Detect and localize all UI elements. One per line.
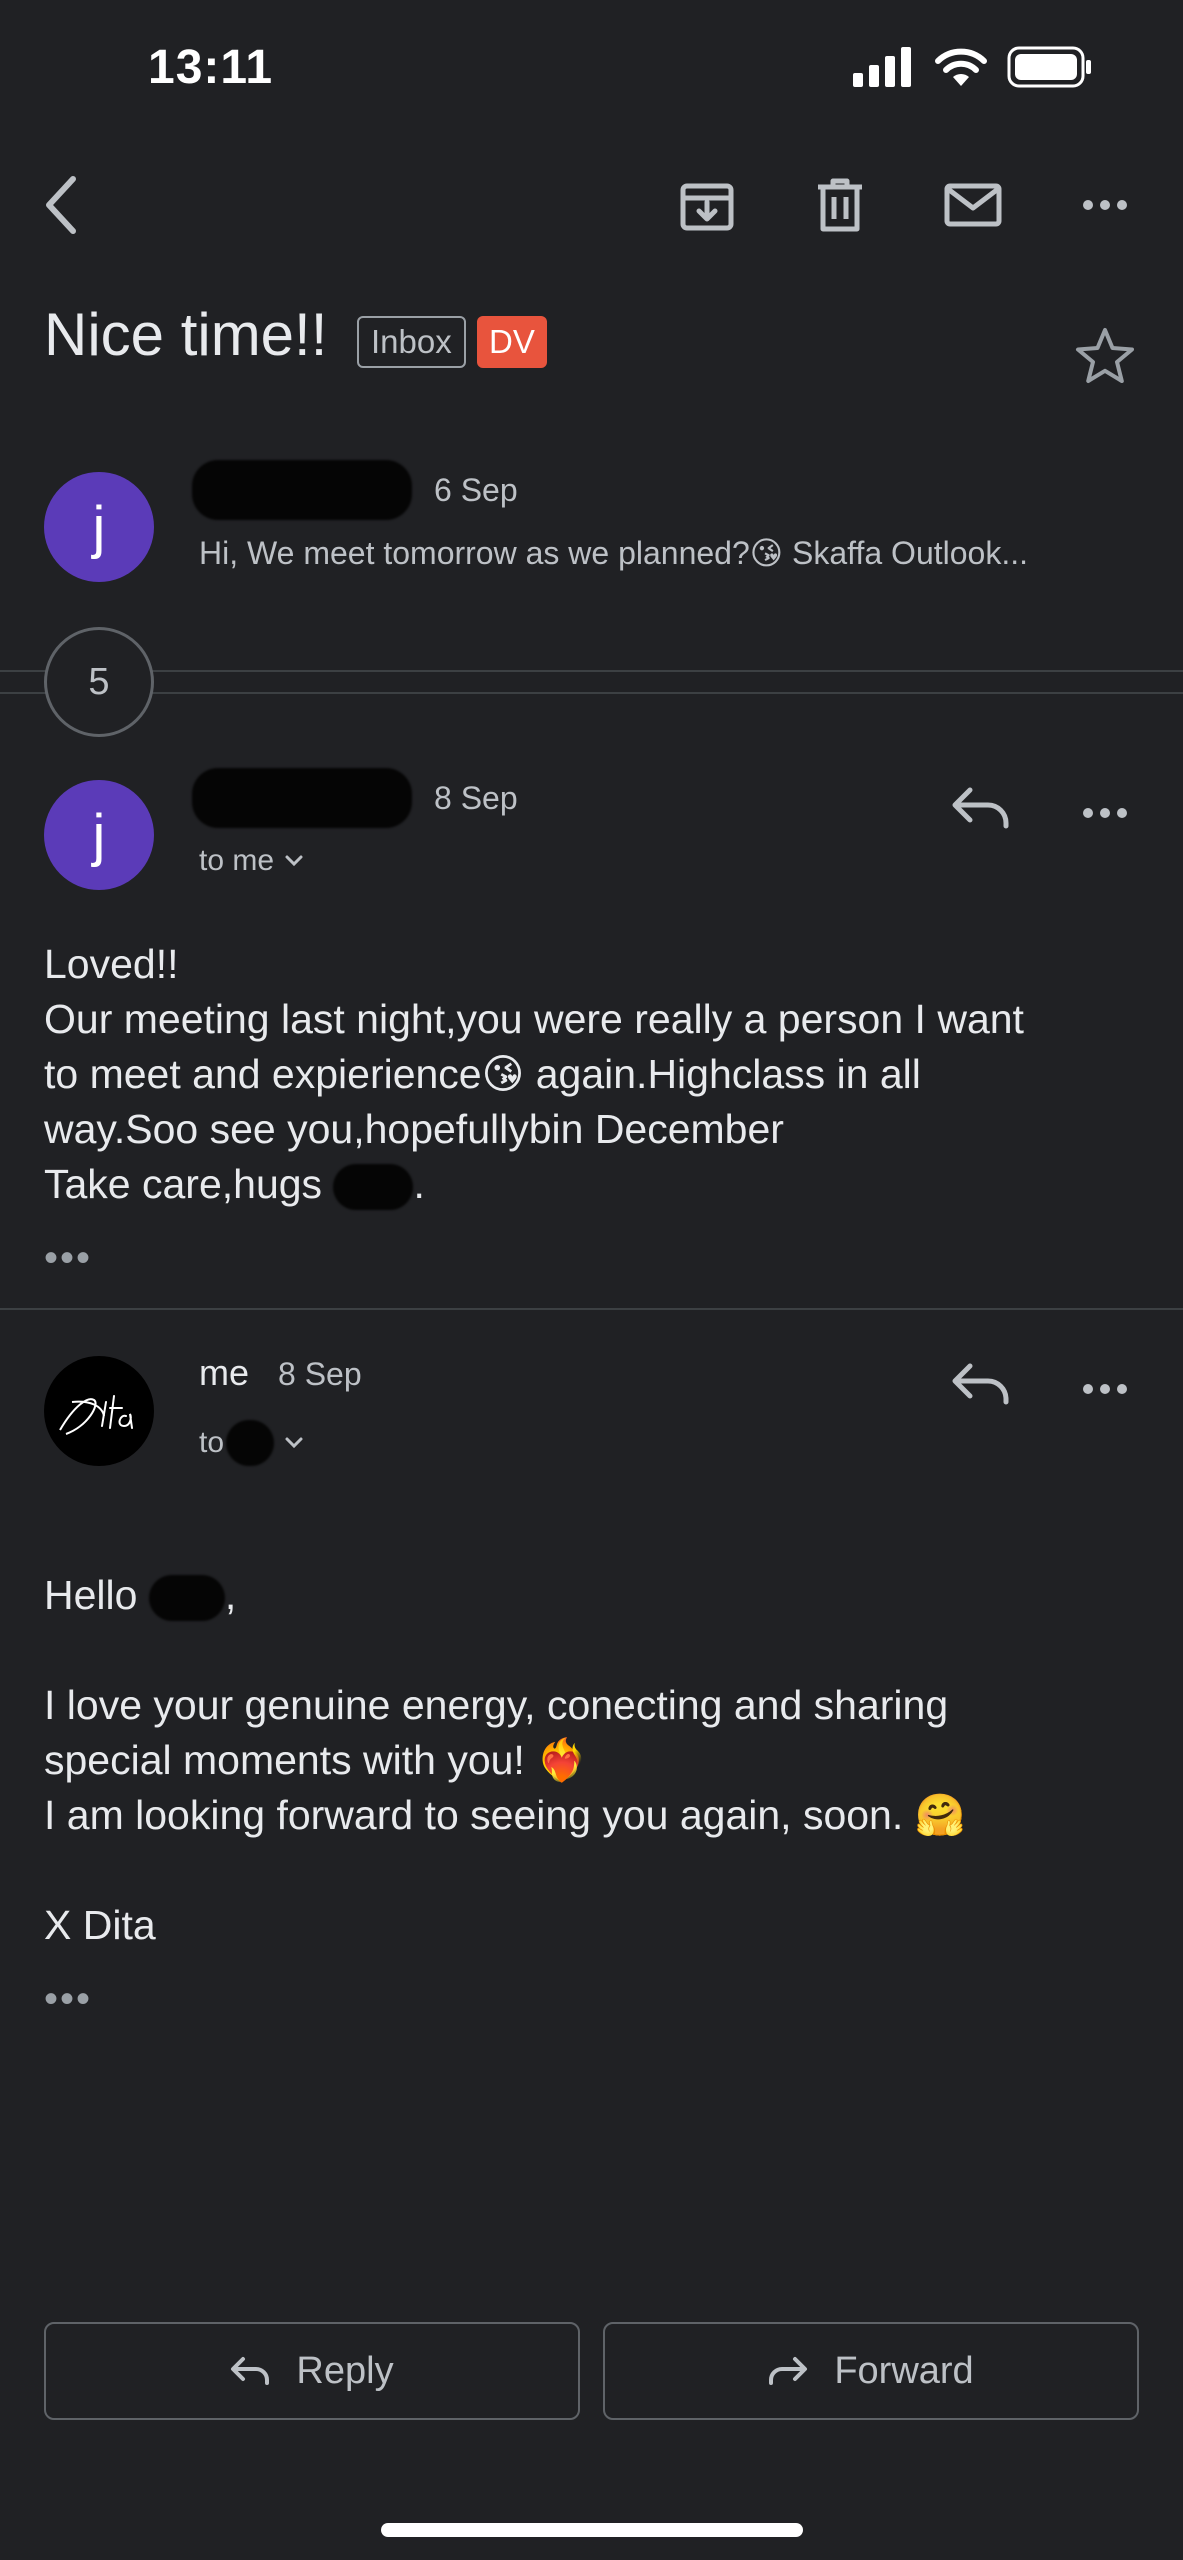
reply-button[interactable] <box>950 1360 1012 1411</box>
recipient-text: to <box>199 1426 225 1459</box>
message-collapsed-1[interactable]: j 6 Sep Hi, We meet tomorrow as we plann… <box>0 450 1183 600</box>
reply-button[interactable] <box>950 784 1012 835</box>
collapsed-messages-count[interactable]: 5 <box>44 627 154 737</box>
redacted-sender-name <box>192 768 412 828</box>
reply-icon <box>952 1363 1009 1405</box>
body-line: special moments with you! ❤️‍🔥 <box>44 1737 588 1783</box>
forward-label: Forward <box>834 2349 974 2392</box>
sender-avatar: j <box>44 472 154 582</box>
body-line: Our meeting last night,you were really a… <box>44 996 1024 1042</box>
star-button[interactable] <box>1074 326 1136 391</box>
wifi-icon <box>935 48 987 86</box>
reply-icon <box>231 2357 270 2385</box>
status-icons <box>853 46 1093 88</box>
battery-icon <box>1007 46 1091 88</box>
message-more-button[interactable] <box>1082 1382 1128 1400</box>
chevron-down-icon <box>285 855 303 867</box>
dita-signature-logo <box>59 1395 133 1435</box>
mail-icon <box>944 183 1002 227</box>
greeting-punctuation: , <box>224 1572 237 1618</box>
back-button[interactable] <box>16 160 106 250</box>
signature: X Dita <box>44 1902 156 1948</box>
body-line: I am looking forward to seeing you again… <box>44 1792 966 1838</box>
greeting-text: Hello <box>44 1572 138 1618</box>
redacted-recipient <box>226 1420 275 1466</box>
status-time: 13:11 <box>148 41 274 94</box>
body-closing-line: Take care,hugs . <box>44 1157 1024 1212</box>
recipient-details-toggle[interactable]: to me <box>199 844 304 878</box>
archive-button[interactable] <box>662 160 752 250</box>
sender-name: me <box>199 1352 250 1393</box>
message-body: Hello , I love your genuine energy, cone… <box>44 1568 966 1953</box>
closing-text: Take care,hugs <box>44 1161 323 1207</box>
recipient-text: to me <box>199 844 275 877</box>
message-date: 8 Sep <box>278 1356 362 1392</box>
body-line: I love your genuine energy, conecting an… <box>44 1682 949 1728</box>
redacted-name <box>333 1164 414 1211</box>
collapsed-divider <box>0 670 1183 672</box>
body-line: Loved!! <box>44 941 179 987</box>
thread-subject: Nice time!! <box>44 301 328 368</box>
more-horizontal-icon <box>1083 1384 1127 1394</box>
more-horizontal-icon <box>1083 200 1127 210</box>
body-line: to meet and expierience😘 again.Highclass… <box>44 1051 921 1097</box>
message-more-button[interactable] <box>1082 806 1128 824</box>
delete-button[interactable] <box>795 160 885 250</box>
archive-icon <box>680 183 734 231</box>
forward-action-button[interactable]: Forward <box>603 2322 1139 2420</box>
sender-avatar: j <box>44 780 154 890</box>
home-indicator[interactable] <box>381 2523 803 2537</box>
cellular-signal-icon <box>853 47 911 87</box>
message-date: 6 Sep <box>434 472 518 508</box>
message-divider <box>0 1308 1183 1310</box>
forward-icon <box>769 2357 808 2385</box>
show-quoted-text-button[interactable]: ••• <box>44 1977 92 2022</box>
recipient-details-toggle[interactable]: to <box>199 1420 304 1466</box>
reply-label: Reply <box>296 2349 394 2392</box>
reply-icon <box>952 787 1009 829</box>
label-dv[interactable]: DV <box>477 316 547 368</box>
chevron-left-icon <box>46 176 76 234</box>
greeting-line: Hello , <box>44 1568 966 1623</box>
label-inbox[interactable]: Inbox <box>357 316 466 368</box>
collapsed-divider <box>0 692 1183 694</box>
show-quoted-text-button[interactable]: ••• <box>44 1236 92 1281</box>
body-line: way.Soo see you,hopefullybin December <box>44 1106 784 1152</box>
message-snippet: Hi, We meet tomorrow as we planned?😘 Ska… <box>199 535 1028 571</box>
message-date: 8 Sep <box>434 780 518 816</box>
mark-unread-button[interactable] <box>928 160 1018 250</box>
trash-icon <box>818 178 862 232</box>
closing-punctuation: . <box>413 1161 425 1207</box>
my-avatar <box>44 1356 154 1466</box>
chevron-down-icon <box>285 1437 303 1449</box>
message-body: Loved!! Our meeting last night,you were … <box>44 937 1024 1212</box>
redacted-name <box>148 1575 225 1622</box>
more-options-button[interactable] <box>1060 160 1150 250</box>
reply-action-button[interactable]: Reply <box>44 2322 580 2420</box>
more-horizontal-icon <box>1083 808 1127 818</box>
star-icon <box>1076 328 1134 383</box>
redacted-sender-name <box>192 460 412 520</box>
